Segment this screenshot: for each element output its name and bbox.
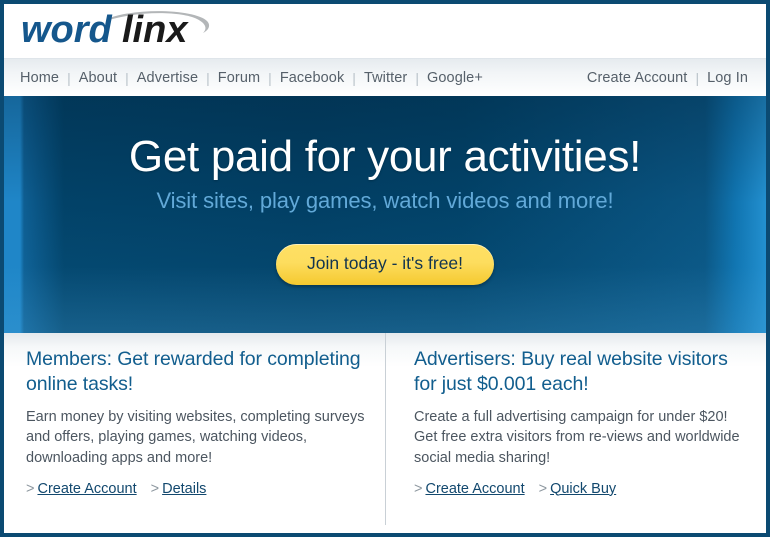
nav-item-forum[interactable]: Forum bbox=[218, 70, 260, 86]
members-panel-body: Earn money by visiting websites, complet… bbox=[26, 408, 365, 467]
members-panel-title: Members: Get rewarded for completing onl… bbox=[26, 348, 361, 395]
nav-item-about[interactable]: About bbox=[79, 70, 117, 86]
advertisers-create-account-link[interactable]: Create Account bbox=[425, 481, 524, 497]
logo-text-word: word bbox=[21, 9, 113, 51]
members-panel: Members: Get rewarded for completing onl… bbox=[4, 333, 385, 525]
navbar-left-group: Home | About | Advertise | Forum | Faceb… bbox=[20, 59, 483, 97]
logo-text-linx: linx bbox=[122, 9, 189, 51]
navbar-right-group: Create Account | Log In bbox=[587, 59, 748, 97]
nav-separator: | bbox=[268, 70, 272, 86]
nav-item-advertise[interactable]: Advertise bbox=[137, 70, 198, 86]
nav-item-twitter[interactable]: Twitter bbox=[364, 70, 407, 86]
hero-subheadline: Visit sites, play games, watch videos an… bbox=[156, 188, 614, 214]
logo-svg: word linx bbox=[21, 9, 210, 51]
members-create-account-link[interactable]: Create Account bbox=[37, 481, 136, 497]
members-panel-links: > Create Account > Details bbox=[26, 481, 367, 497]
hero-banner: Get paid for your activities! Visit site… bbox=[4, 96, 766, 333]
nav-separator: | bbox=[352, 70, 356, 86]
advertisers-quick-buy-link[interactable]: Quick Buy bbox=[550, 481, 616, 497]
hero-content: Get paid for your activities! Visit site… bbox=[4, 96, 766, 285]
nav-item-home[interactable]: Home bbox=[20, 70, 59, 86]
members-details-link[interactable]: Details bbox=[162, 481, 206, 497]
page-root: word linx Home | About | Advertise | For… bbox=[0, 0, 770, 537]
advertisers-panel-body: Create a full advertising campaign for u… bbox=[414, 408, 740, 467]
main-navbar: Home | About | Advertise | Forum | Faceb… bbox=[4, 58, 766, 96]
advertisers-panel-title: Advertisers: Buy real website visitors f… bbox=[414, 348, 728, 395]
hero-headline: Get paid for your activities! bbox=[128, 132, 642, 181]
join-today-button[interactable]: Join today - it's free! bbox=[275, 244, 495, 285]
caret-icon: > bbox=[26, 480, 35, 497]
promo-columns: Members: Get rewarded for completing onl… bbox=[4, 333, 766, 525]
nav-separator: | bbox=[206, 70, 210, 86]
caret-icon: > bbox=[414, 480, 423, 497]
nav-item-create-account[interactable]: Create Account bbox=[587, 70, 688, 86]
nav-separator: | bbox=[125, 70, 129, 86]
caret-icon: > bbox=[538, 480, 548, 497]
advertisers-panel: Advertisers: Buy real website visitors f… bbox=[385, 333, 766, 525]
nav-separator: | bbox=[67, 70, 71, 86]
wordlinx-logo[interactable]: word linx bbox=[21, 8, 231, 54]
nav-separator: | bbox=[415, 70, 419, 86]
nav-item-googleplus[interactable]: Google+ bbox=[427, 70, 483, 86]
site-header: word linx bbox=[4, 4, 766, 58]
nav-item-log-in[interactable]: Log In bbox=[707, 70, 748, 86]
nav-separator: | bbox=[695, 70, 700, 86]
nav-item-facebook[interactable]: Facebook bbox=[280, 70, 344, 86]
advertisers-panel-links: > Create Account > Quick Buy bbox=[414, 481, 748, 497]
caret-icon: > bbox=[150, 480, 160, 497]
